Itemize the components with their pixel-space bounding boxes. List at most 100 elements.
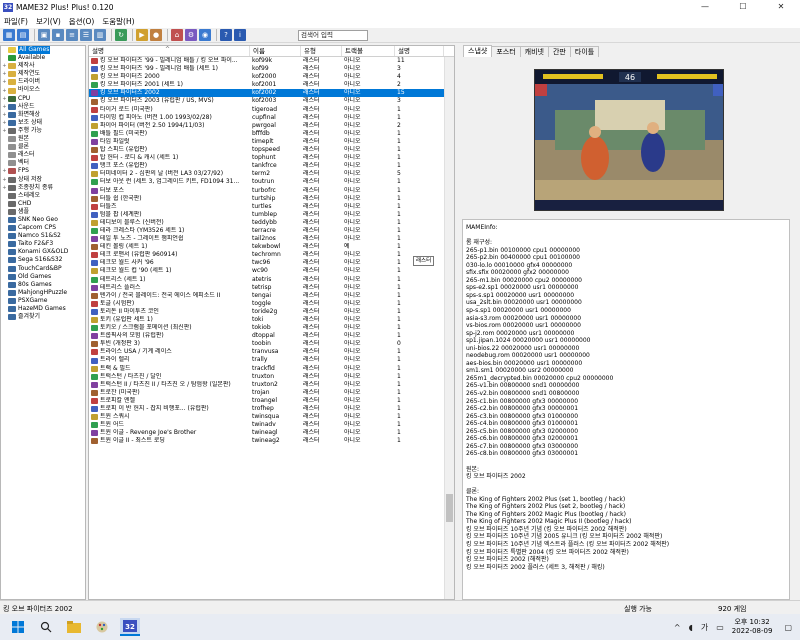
- expand-icon[interactable]: +: [1, 104, 8, 110]
- expand-icon[interactable]: [1, 225, 8, 231]
- tree-item[interactable]: 80s Games: [1, 281, 85, 289]
- tray-chevron-icon[interactable]: ^: [674, 623, 681, 632]
- grouped-view-icon[interactable]: ▥: [94, 29, 106, 41]
- tree-item[interactable]: + 화면해상: [1, 111, 85, 119]
- tree-item[interactable]: + CPU: [1, 95, 85, 103]
- tree-item[interactable]: TouchCard&BP: [1, 265, 85, 273]
- expand-icon[interactable]: +: [1, 88, 8, 94]
- game-row[interactable]: 트윈 스쿼시 twinsqua 래스터 아니오 1: [89, 413, 454, 421]
- column-header-trackball[interactable]: 트랙볼: [342, 46, 395, 56]
- play-icon[interactable]: ▶: [136, 29, 148, 41]
- expand-icon[interactable]: [1, 144, 8, 150]
- tree-item[interactable]: All Games: [1, 46, 85, 55]
- game-row[interactable]: 트랙 & 필드 trackfld 래스터 아니오 1: [89, 365, 454, 373]
- game-row[interactable]: 킹 오브 파이터즈 2002 kof2002 래스터 아니오 15: [89, 89, 454, 98]
- tree-item[interactable]: CHD: [1, 200, 85, 208]
- tree-item[interactable]: Available: [1, 54, 85, 62]
- search-icon[interactable]: [36, 618, 56, 636]
- game-row[interactable]: 테트리스 플러스 tetrisp 래스터 아니오 1: [89, 284, 454, 292]
- expand-icon[interactable]: [1, 266, 8, 272]
- tree-item[interactable]: Namco S1&S2: [1, 232, 85, 240]
- game-row[interactable]: 탑 스피드 (유럽판) topspeed 래스터 아니오 1: [89, 146, 454, 154]
- tree-item[interactable]: + 제작사: [1, 62, 85, 70]
- scrollbar-thumb[interactable]: [446, 494, 453, 522]
- speaker-icon[interactable]: ◖: [689, 623, 693, 632]
- expand-icon[interactable]: +: [1, 71, 8, 77]
- tree-item[interactable]: + 바이오스: [1, 86, 85, 94]
- tree-item[interactable]: + 주행 가능: [1, 127, 85, 135]
- game-row[interactable]: 터보 아웃 런 (세트 3, 업그레이드 키트, FD1094 31... tou…: [89, 178, 454, 186]
- ime-mode-icon[interactable]: ▭: [716, 623, 724, 632]
- large-icons-icon[interactable]: ▣: [38, 29, 50, 41]
- expand-icon[interactable]: [1, 136, 8, 142]
- expand-icon[interactable]: [1, 201, 8, 207]
- tree-item[interactable]: Sega S16&S32: [1, 256, 85, 264]
- game-row[interactable]: 투빈 (개정판 3) toobin 래스터 아니오 0: [89, 340, 454, 348]
- search-input[interactable]: 검색어 입력: [298, 30, 368, 41]
- game-row[interactable]: 터보 포스 turbofrc 래스터 아니오 1: [89, 187, 454, 195]
- tree-item[interactable]: Konami GX&OLD: [1, 248, 85, 256]
- game-row[interactable]: 트라이 렐리 trally 래스터 아니오 1: [89, 356, 454, 364]
- game-row[interactable]: 트럭스턴 / 타츠진 / 달인 truxton 래스터 아니오 1: [89, 373, 454, 381]
- tree-item[interactable]: MahjongHPuzzle: [1, 289, 85, 297]
- column-header-name[interactable]: 이름: [250, 46, 301, 56]
- paint-app-icon[interactable]: [92, 618, 112, 636]
- tree-item[interactable]: 래스터: [1, 151, 85, 159]
- expand-icon[interactable]: [1, 290, 8, 296]
- tree-item[interactable]: Old Games: [1, 273, 85, 281]
- list-view-icon[interactable]: ≡: [66, 29, 78, 41]
- tree-item[interactable]: + 상태 저장: [1, 176, 85, 184]
- maximize-button[interactable]: ☐: [724, 0, 762, 14]
- game-row[interactable]: 트럭스턴 II / 타츠진 II / 타츠진 오 / 탐험왕 (일본판) trux…: [89, 381, 454, 389]
- menu-view[interactable]: 보기(V): [36, 16, 61, 27]
- tree-item[interactable]: + 조종장치 종류: [1, 184, 85, 192]
- details-view-icon[interactable]: ☰: [80, 29, 92, 41]
- windows-start-icon[interactable]: [8, 618, 28, 636]
- game-row[interactable]: 테크 로맨서 (유럽판 960914) techromn 래스터 아니오 1: [89, 251, 454, 259]
- tab-title[interactable]: 타이틀: [569, 46, 600, 57]
- game-row[interactable]: 트윈 이글 - Revenge Joe's Brother twineagl 래스터…: [89, 429, 454, 437]
- expand-icon[interactable]: +: [1, 120, 8, 126]
- help-icon[interactable]: ?: [220, 29, 232, 41]
- tree-item[interactable]: 즐겨찾기: [1, 313, 85, 321]
- tab-marquee[interactable]: 간판: [547, 46, 571, 57]
- menu-file[interactable]: 파일(F): [4, 16, 28, 27]
- tree-item[interactable]: 샘플: [1, 208, 85, 216]
- tree-item[interactable]: Taito F2&F3: [1, 240, 85, 248]
- web-icon[interactable]: ◉: [199, 29, 211, 41]
- expand-icon[interactable]: +: [1, 96, 8, 102]
- expand-icon[interactable]: +: [1, 63, 8, 69]
- tree-item[interactable]: 스테레오: [1, 192, 85, 200]
- mame-taskbar-icon[interactable]: 32: [120, 618, 140, 636]
- expand-icon[interactable]: +: [1, 168, 8, 174]
- game-row[interactable]: 타이거 로드 (미국판) tigeroad 래스터 아니오 1: [89, 106, 454, 114]
- expand-icon[interactable]: +: [1, 79, 8, 85]
- game-row[interactable]: 토글 (시험판) toggle 래스터 아니오 1: [89, 300, 454, 308]
- tree-item[interactable]: 벡터: [1, 159, 85, 167]
- home-icon[interactable]: ⌂: [171, 29, 183, 41]
- expand-icon[interactable]: [1, 282, 8, 288]
- game-row[interactable]: 터미네이터 2 - 심판의 날 (버전 LA3 03/27/92) term2 래스…: [89, 170, 454, 178]
- expand-icon[interactable]: [1, 298, 8, 304]
- expand-icon[interactable]: [1, 217, 8, 223]
- game-row[interactable]: 테크모 월드 컵 '90 (세트 1) wc90 래스터 아니오 1: [89, 267, 454, 275]
- game-row[interactable]: 배틀 필드 (미국판) bfffdb 래스터 아니오 1: [89, 130, 454, 138]
- game-row[interactable]: 킹 오브 파이터즈 '99 - 밀레니엄 배틀 (세트 1) kof99 래스터 아니…: [89, 65, 454, 73]
- expand-icon[interactable]: [1, 249, 8, 255]
- file-explorer-icon[interactable]: [64, 618, 84, 636]
- game-row[interactable]: 킹 오브 파이터즈 2001 (세트 1) kof2001 래스터 아니오 2: [89, 81, 454, 89]
- game-row[interactable]: 테디보이 블루스 (신버전) teddybb 래스터 아니오 1: [89, 219, 454, 227]
- expand-icon[interactable]: [1, 193, 8, 199]
- game-row[interactable]: 킹 오브 파이터즈 2003 (유럽판 / US, MVS) kof2003 래스터…: [89, 97, 454, 105]
- tree-item[interactable]: SNK Neo Geo: [1, 216, 85, 224]
- game-row[interactable]: 토키오 / 스크램블 포메이션 (최신판) tokiob 래스터 아니오 1: [89, 324, 454, 332]
- game-row[interactable]: 테라 크레스타 (YM3526 세트 1) terracre 래스터 아니오 1: [89, 227, 454, 235]
- game-row[interactable]: 트로피칼 엔젤 troangel 래스터 아니오 1: [89, 397, 454, 405]
- game-row[interactable]: 킹 오브 파이터즈 2000 kof2000 래스터 아니오 4: [89, 73, 454, 81]
- game-row[interactable]: 터틀 쉽 (한국판) turtship 래스터 아니오 1: [89, 195, 454, 203]
- game-row[interactable]: 탱크 포스 (유럽판) tankfrce 래스터 아니오 1: [89, 162, 454, 170]
- expand-icon[interactable]: [1, 152, 8, 158]
- about-icon[interactable]: i: [234, 29, 246, 41]
- expand-icon[interactable]: [1, 257, 8, 263]
- tree-item[interactable]: 원본: [1, 135, 85, 143]
